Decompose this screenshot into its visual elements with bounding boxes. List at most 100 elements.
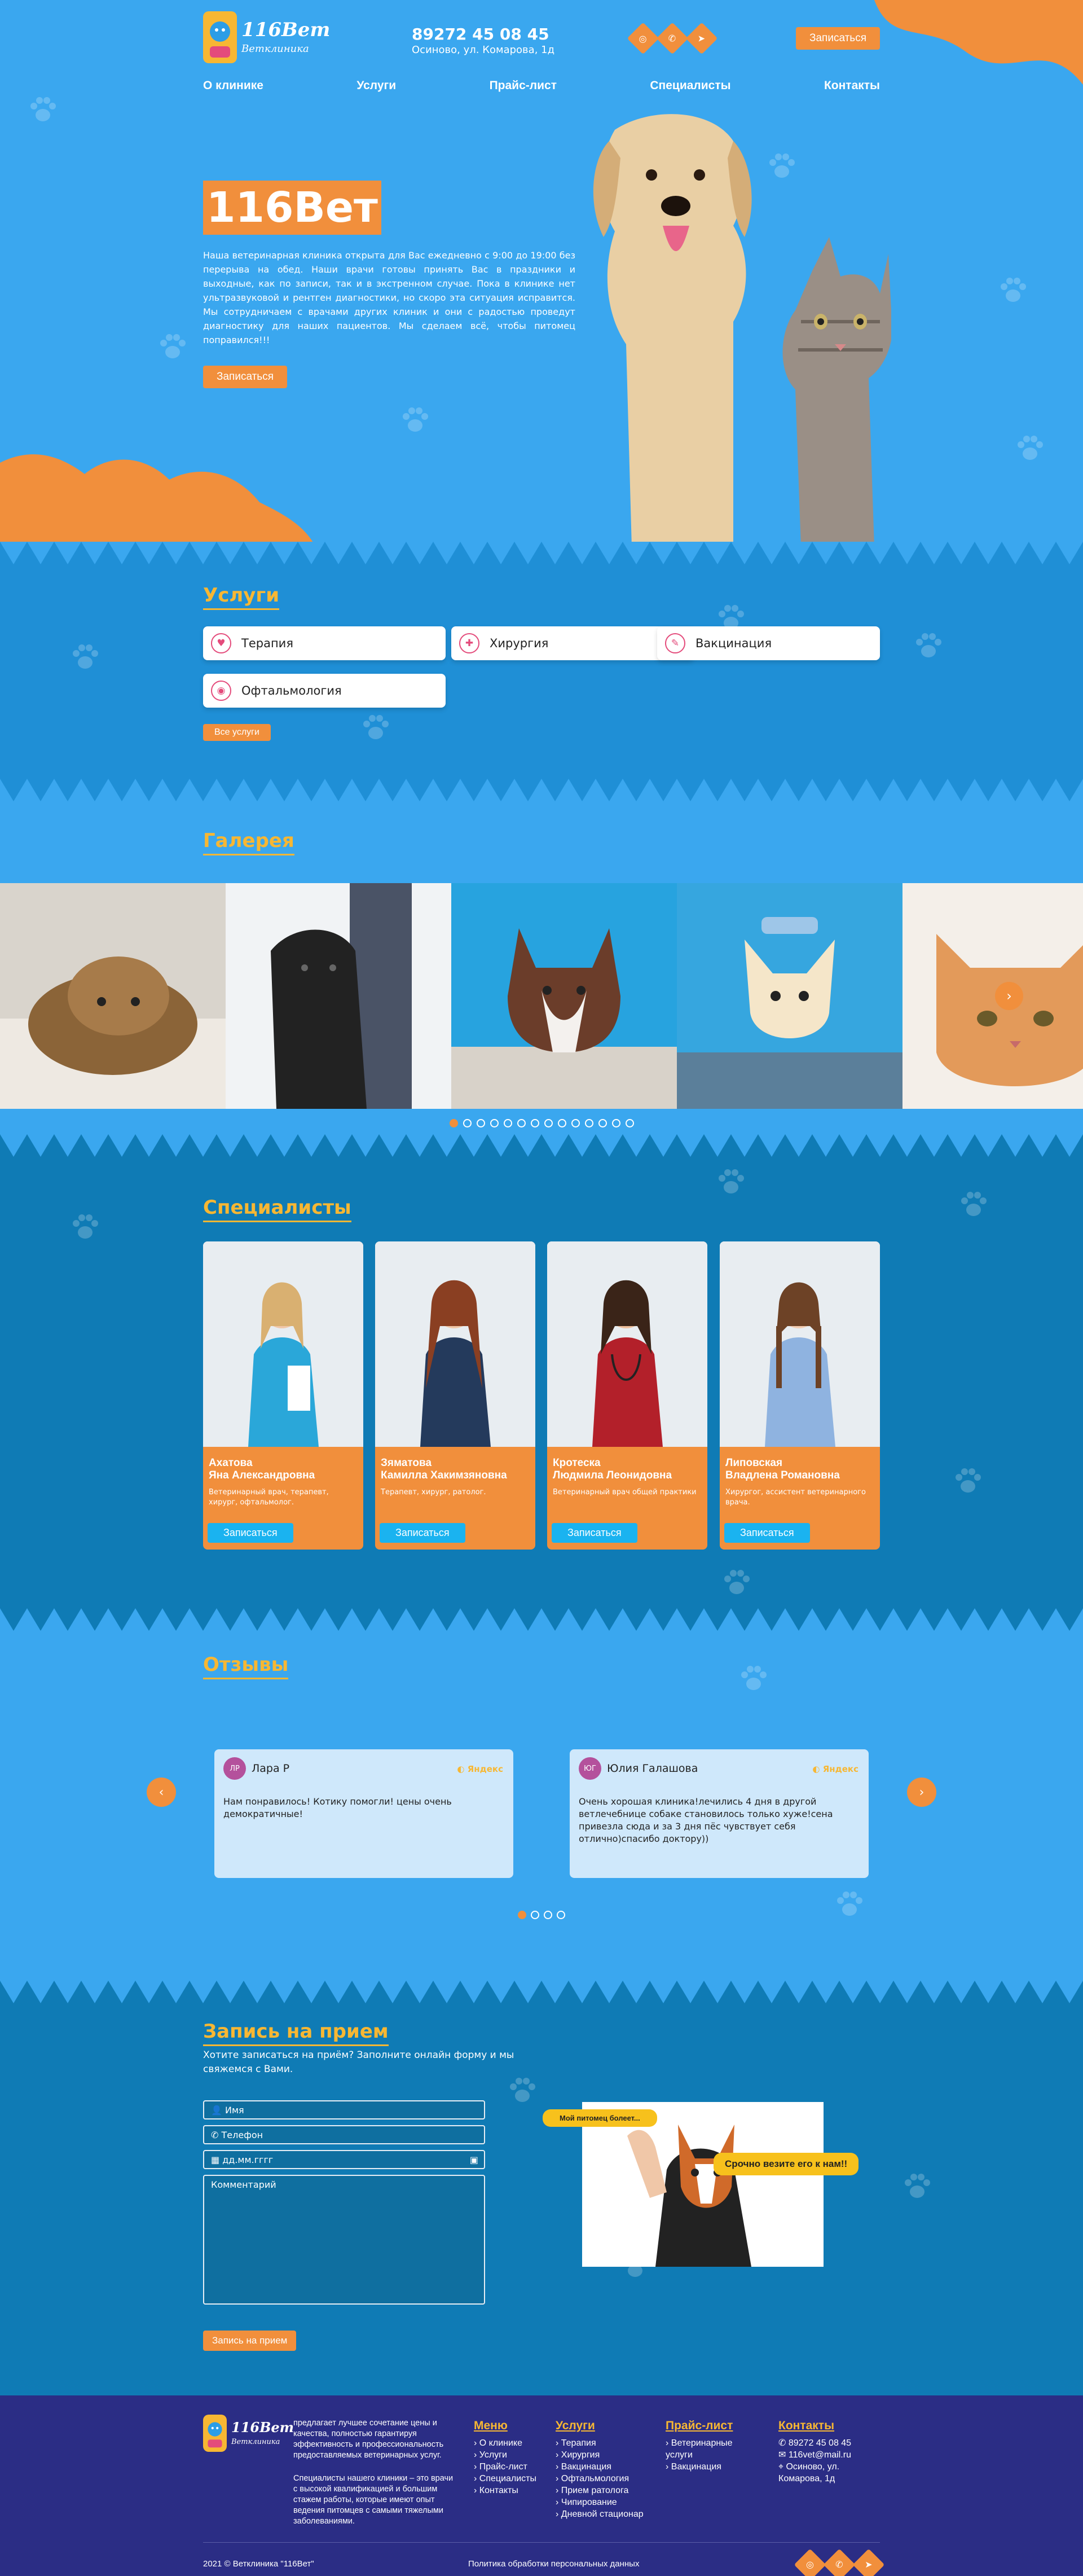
pagination-dot[interactable] <box>557 1119 566 1127</box>
paw-decor-icon <box>902 2173 932 2200</box>
footer-service-item[interactable]: › Терапия <box>556 2437 644 2449</box>
footer-service-item[interactable]: › Офтальмология <box>556 2473 644 2485</box>
specialist-signup-button[interactable]: Записаться <box>552 1523 637 1543</box>
hero-signup-button[interactable]: Записаться <box>203 366 287 388</box>
footer-logo[interactable]: 116Вет Ветклиника <box>203 2415 294 2452</box>
service-label: Хирургия <box>490 637 549 650</box>
yandex-icon: ◐ <box>812 1764 823 1774</box>
reviews-next-arrow[interactable]: › <box>907 1778 936 1807</box>
service-ophthalmology[interactable]: ◉ Офтальмология <box>203 674 446 708</box>
gallery-next-arrow[interactable]: › <box>995 982 1023 1010</box>
footer-services: Услуги › Терапия › Хирургия › Вакцинация… <box>556 2419 644 2520</box>
pagination-dot[interactable] <box>463 1119 472 1127</box>
logo-name: 116Вет <box>241 18 331 41</box>
pagination-dot[interactable] <box>518 1911 526 1919</box>
service-vaccination[interactable]: ✎ Вакцинация <box>657 626 880 660</box>
footer-service-item[interactable]: › Хирургия <box>556 2449 644 2461</box>
pagination-dot[interactable] <box>490 1119 499 1127</box>
footer-menu-item[interactable]: › Услуги <box>474 2449 536 2461</box>
footer-menu-item[interactable]: › Специалисты <box>474 2473 536 2485</box>
privacy-policy-link[interactable]: Политика обработки персональных данных <box>468 2559 639 2569</box>
nav-item-services[interactable]: Услуги <box>356 79 396 93</box>
service-therapy[interactable]: ♥ Терапия <box>203 626 446 660</box>
paw-decor-icon <box>914 632 943 659</box>
services-title: Услуги <box>203 584 280 610</box>
name-field[interactable]: 👤 Имя <box>203 2100 485 2119</box>
pagination-dot[interactable] <box>544 1119 553 1127</box>
pagination-dot[interactable] <box>584 1119 593 1127</box>
pagination-dot[interactable] <box>517 1119 526 1127</box>
pagination-dot[interactable] <box>503 1119 512 1127</box>
pagination-dot[interactable] <box>531 1911 539 1919</box>
phone-placeholder: Телефон <box>221 2130 263 2140</box>
pagination-dot[interactable] <box>449 1119 458 1127</box>
specialist-signup-button[interactable]: Записаться <box>208 1523 293 1543</box>
instagram-icon[interactable]: ◎ <box>627 22 659 55</box>
header-logo[interactable]: 116Вет Ветклиника <box>203 11 330 63</box>
footer-service-item[interactable]: › Вакцинация <box>556 2461 644 2473</box>
pagination-dot[interactable] <box>530 1119 539 1127</box>
footer-menu-label: Прайс-лист <box>479 2462 527 2472</box>
ginger-cat-photo[interactable] <box>902 883 1083 1109</box>
whatsapp-icon[interactable]: ✆ <box>656 22 689 55</box>
instagram-icon[interactable]: ◎ <box>794 2548 826 2576</box>
footer-menu: Меню › О клинике › Услуги › Прайс-лист ›… <box>474 2419 536 2496</box>
calendar-picker-icon[interactable]: ▣ <box>470 2154 478 2165</box>
footer-price-item[interactable]: › Вакцинация <box>666 2461 750 2473</box>
footer-menu-item[interactable]: › Контакты <box>474 2485 536 2496</box>
pagination-dot[interactable] <box>611 1119 620 1127</box>
pagination-dot[interactable] <box>476 1119 485 1127</box>
footer-service-label: Дневной стационар <box>561 2509 644 2519</box>
footer-service-item[interactable]: › Прием ратолога <box>556 2485 644 2496</box>
comment-field[interactable]: Комментарий <box>203 2175 485 2305</box>
footer-service-item[interactable]: › Чипирование <box>556 2496 644 2508</box>
specialist-signup-button[interactable]: Записаться <box>380 1523 465 1543</box>
hero-section: 116Вет Ветклиника 89272 45 08 45 Осиново… <box>0 0 1083 542</box>
specialist-surname: Ахатова <box>209 1457 253 1469</box>
avatar: ЮГ <box>579 1757 601 1780</box>
pagination-dot[interactable] <box>571 1119 580 1127</box>
date-field[interactable]: ▦ дд.мм.гггг ▣ <box>203 2150 485 2169</box>
specialist-signup-button[interactable]: Записаться <box>724 1523 810 1543</box>
husky-puppy-photo[interactable] <box>451 883 677 1109</box>
cane-corso-photo[interactable] <box>226 883 451 1109</box>
footer-price-item[interactable]: › Ветеринарные услуги <box>666 2437 750 2461</box>
stethoscope-icon: ♥ <box>211 633 231 653</box>
telegram-icon[interactable]: ➤ <box>685 22 718 55</box>
reviews-pagination[interactable] <box>0 1911 1083 1919</box>
nav-item-specialists[interactable]: Специалисты <box>650 79 730 93</box>
user-icon: 👤 <box>211 2105 226 2116</box>
yorkshire-terrier-photo[interactable] <box>0 883 226 1109</box>
pagination-dot[interactable] <box>598 1119 607 1127</box>
specialist-photo <box>720 1241 880 1447</box>
logo-subtitle: Ветклиника <box>231 2437 280 2446</box>
footer-menu-item[interactable]: › О клинике <box>474 2437 536 2449</box>
header-phone[interactable]: 89272 45 08 45 <box>412 25 549 43</box>
whatsapp-icon[interactable]: ✆ <box>823 2548 856 2576</box>
gallery-pagination[interactable] <box>0 1119 1083 1127</box>
phone-field[interactable]: ✆ Телефон <box>203 2125 485 2144</box>
gallery-title: Галерея <box>203 830 294 855</box>
reviews-prev-arrow[interactable]: ‹ <box>147 1778 176 1807</box>
telegram-icon[interactable]: ➤ <box>852 2548 885 2576</box>
footer-email[interactable]: ✉ 116vet@mail.ru <box>778 2449 880 2461</box>
header-signup-button[interactable]: Записаться <box>796 27 880 50</box>
footer-phone[interactable]: ✆ 89272 45 08 45 <box>778 2437 880 2449</box>
footer-service-label: Вакцинация <box>561 2462 611 2472</box>
footer-services-title: Услуги <box>556 2419 595 2432</box>
pagination-dot[interactable] <box>557 1911 565 1919</box>
pagination-dot[interactable] <box>544 1911 552 1919</box>
all-services-button[interactable]: Все услуги <box>203 724 271 741</box>
footer-email-label: 116vet@mail.ru <box>788 2450 851 2460</box>
footer-menu-item[interactable]: › Прайс-лист <box>474 2461 536 2473</box>
footer-menu-label: О клинике <box>479 2438 522 2448</box>
nav-item-prices[interactable]: Прайс-лист <box>490 79 557 93</box>
nav-item-contacts[interactable]: Контакты <box>824 79 880 93</box>
pagination-dot[interactable] <box>625 1119 634 1127</box>
specialist-card: Липовская Владлена Романовна Хирургог, ас… <box>720 1241 880 1550</box>
footer-service-item[interactable]: › Дневной стационар <box>556 2508 644 2520</box>
submit-booking-button[interactable]: Запись на прием <box>203 2331 297 2351</box>
chihuahua-photo[interactable] <box>677 883 902 1109</box>
nav-item-about[interactable]: О клинике <box>203 79 263 93</box>
gallery-carousel[interactable] <box>0 883 1083 1109</box>
